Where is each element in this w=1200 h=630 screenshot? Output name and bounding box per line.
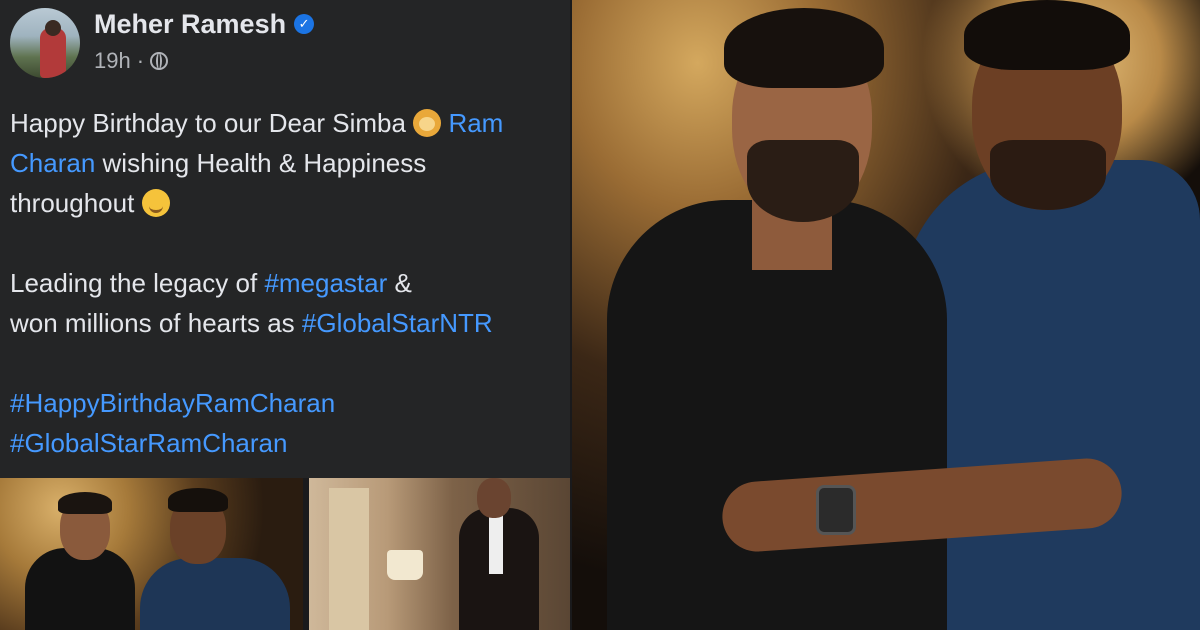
post-photo-thumbnail-1[interactable] xyxy=(0,478,303,630)
hashtag-megastar[interactable]: #megastar xyxy=(264,268,387,298)
watch-icon xyxy=(816,485,856,535)
hashtag-happybirthdayramcharan[interactable]: #HappyBirthdayRamCharan xyxy=(10,388,335,418)
author-row: Meher Ramesh ✓ xyxy=(94,6,315,42)
photo-figure-left-beard xyxy=(747,140,859,222)
facebook-post-panel: Meher Ramesh ✓ 19h · Happy Birthday to o… xyxy=(0,0,570,478)
main-photo xyxy=(572,0,1200,630)
mention-ram-charan-cont[interactable]: Charan xyxy=(10,148,95,178)
post-timestamp[interactable]: 19h xyxy=(94,48,131,74)
globe-icon[interactable] xyxy=(150,52,169,70)
post-line: #HappyBirthdayRamCharan xyxy=(10,383,565,423)
lion-face-emoji-icon xyxy=(413,109,442,137)
post-line: throughout xyxy=(10,183,565,223)
smiling-face-emoji-icon xyxy=(141,189,170,217)
photo-figure-right-hair xyxy=(964,0,1130,70)
post-line: Charan wishing Health & Happiness xyxy=(10,143,565,183)
meta-separator: · xyxy=(136,48,145,73)
photo-figure-left-hair xyxy=(724,8,884,88)
mention-ram-charan[interactable]: Ram xyxy=(448,108,503,138)
post-body: Happy Birthday to our Dear Simba Ram Cha… xyxy=(10,103,565,463)
post-text-segment: & xyxy=(394,268,412,298)
post-text-segment: wishing Health & Happiness xyxy=(102,148,427,178)
hashtag-globalstarntr[interactable]: #GlobalStarNTR xyxy=(302,308,493,338)
author-avatar[interactable] xyxy=(10,8,80,78)
photo-door xyxy=(329,488,369,630)
photo-figure-right-hair xyxy=(168,488,228,512)
post-photo-thumbnail-2[interactable] xyxy=(309,478,570,630)
post-text-segment: Happy Birthday to our Dear Simba xyxy=(10,108,406,138)
post-text-segment: throughout xyxy=(10,188,135,218)
photo-figure-shirt xyxy=(489,514,503,574)
photo-figure-left-hair xyxy=(58,492,112,514)
post-line: #GlobalStarRamCharan xyxy=(10,423,565,463)
hashtag-globalstarramcharan[interactable]: #GlobalStarRamCharan xyxy=(10,428,287,458)
photo-lamp xyxy=(387,550,423,580)
post-line: Leading the legacy of #megastar & xyxy=(10,263,565,303)
post-meta: 19h · xyxy=(94,48,169,74)
post-line: Happy Birthday to our Dear Simba Ram xyxy=(10,103,565,143)
photo-figure-right xyxy=(140,558,290,630)
avatar-figure-head xyxy=(45,20,61,36)
post-line: won millions of hearts as #GlobalStarNTR xyxy=(10,303,565,343)
author-name[interactable]: Meher Ramesh xyxy=(94,9,286,40)
photo-figure-left xyxy=(25,548,135,630)
photo-figure-head xyxy=(477,478,511,518)
post-text-segment: won millions of hearts as xyxy=(10,308,295,338)
verified-badge-icon: ✓ xyxy=(294,14,315,34)
post-text-segment: Leading the legacy of xyxy=(10,268,258,298)
photo-figure-right-beard xyxy=(990,140,1106,210)
